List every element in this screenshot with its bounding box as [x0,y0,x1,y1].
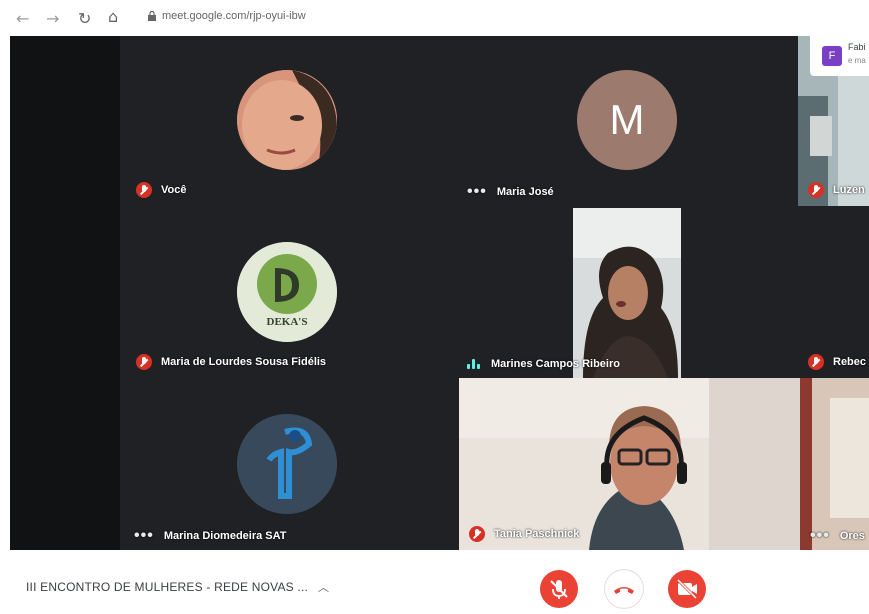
participant-name: Você [136,182,186,198]
video-feed [459,378,800,550]
left-strip [10,36,120,550]
avatar [237,414,337,514]
leave-call-button[interactable] [605,570,643,608]
video-feed [573,208,681,378]
chat-snippet: e ma [848,56,866,65]
avatar: M [577,70,677,170]
address-bar[interactable]: meet.google.com/rjp-oyui-ibw [140,7,869,29]
mic-off-icon [136,182,152,198]
reload-icon[interactable]: ↻ [78,9,91,28]
participant-tile[interactable]: Rebec [798,206,869,378]
lock-icon [148,11,156,21]
participant-tile[interactable]: Marines Campos Ribeiro [453,206,798,378]
chat-sender: Fabi [848,42,866,52]
participant-tile[interactable]: ••• Ores [800,378,869,550]
back-icon[interactable]: ← [16,9,29,28]
participant-name: Maria de Lourdes Sousa Fidélis [136,354,326,370]
participant-tile[interactable]: M ••• Maria José [453,36,798,206]
mic-off-icon [469,526,485,542]
video-feed [800,378,869,550]
more-icon: ••• [134,527,154,545]
participant-name: Tania Paschnick [469,526,579,542]
participant-name: ••• Ores [810,527,865,545]
meeting-title: III ENCONTRO DE MULHERES - REDE NOVAS ..… [26,580,309,594]
logo-text: DEKA'S [266,316,308,328]
chevron-up-icon[interactable]: ︿ [318,582,329,594]
avatar-initial: M [609,96,645,143]
avatar [237,70,337,170]
more-icon: ••• [467,183,487,201]
participant-name: Rebec [808,354,866,370]
chat-avatar: F [822,46,842,66]
meeting-details[interactable]: III ENCONTRO DE MULHERES - REDE NOVAS ..… [26,579,329,595]
participant-name: ••• Maria José [467,183,554,201]
participant-name: Marines Campos Ribeiro [467,358,620,370]
more-icon: ••• [810,527,830,545]
participant-tile[interactable]: Você [120,36,453,206]
mic-off-icon [808,354,824,370]
camera-toggle-button[interactable] [668,570,706,608]
browser-toolbar: ← → ↻ ⌂ meet.google.com/rjp-oyui-ibw [0,0,869,36]
participant-name: Luzen [808,182,865,198]
mic-toggle-button[interactable] [540,570,578,608]
end-call-icon [614,587,634,594]
chat-notification[interactable]: F Fabi e ma [810,36,869,76]
avatar: DEKA'S [237,242,337,342]
participant-tile[interactable]: Tania Paschnick [459,378,800,550]
participant-name: ••• Marina Diomedeira SAT [134,527,287,545]
url-text: meet.google.com/rjp-oyui-ibw [162,10,306,22]
speaking-indicator-icon [467,359,481,370]
mic-off-icon [550,580,568,599]
meeting-controls-bar: III ENCONTRO DE MULHERES - REDE NOVAS ..… [0,550,869,614]
participant-tile[interactable]: ••• Marina Diomedeira SAT [120,378,453,550]
meeting-stage: Você M •••Maria José Luzen F Fabi e ma [10,36,869,550]
participant-tile[interactable]: DEKA'S Maria de Lourdes Sousa Fidélis [120,206,453,378]
camera-off-icon [676,578,698,600]
home-icon[interactable]: ⌂ [108,7,118,26]
mic-off-icon [808,182,824,198]
mic-off-icon [136,354,152,370]
forward-icon[interactable]: → [46,9,59,28]
